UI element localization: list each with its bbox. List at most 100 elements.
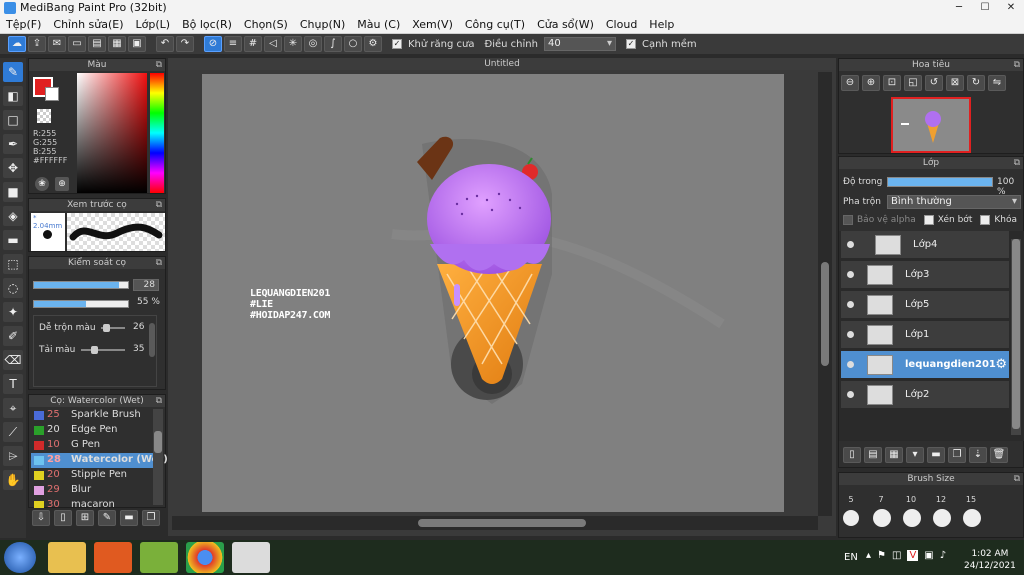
app-tray-icon[interactable]: ▣ [924, 550, 933, 561]
brush-size-option[interactable]: 10 [903, 495, 921, 527]
brush-item[interactable]: 20 Edge Pen [31, 423, 153, 438]
lasso-tool-icon[interactable]: ◌ [3, 278, 23, 298]
app-icon[interactable] [140, 542, 178, 573]
page-icon[interactable]: ▤ [88, 36, 106, 52]
brush-folder-icon[interactable]: ▬ [120, 510, 138, 526]
layer-row[interactable]: Lớp2 [841, 381, 1009, 409]
brush-item[interactable]: 29 Blur [31, 483, 153, 498]
ruler-icon[interactable]: ▭ [68, 36, 86, 52]
zoom-out-icon[interactable]: ⊖ [841, 75, 859, 91]
snap-curve-icon[interactable]: ∫ [324, 36, 342, 52]
menu-snap[interactable]: Chụp(N) [294, 18, 351, 31]
brush-tool-icon[interactable]: ✎ [3, 62, 23, 82]
popout-icon[interactable]: ⧉ [156, 257, 162, 269]
color-picker-icon[interactable]: ⊕ [55, 177, 69, 191]
snap-off-icon[interactable]: ⊘ [204, 36, 222, 52]
brush-size-value[interactable]: 28 [133, 279, 159, 291]
canvas-vertical-scrollbar[interactable] [818, 72, 832, 516]
layer-settings-gear-icon[interactable]: ⚙ [995, 357, 1007, 372]
layer-row[interactable]: Lớp3 [841, 261, 1009, 289]
brush-settings-icon[interactable]: ✎ [98, 510, 116, 526]
duplicate-layer-icon[interactable]: ❐ [948, 447, 966, 463]
fill-rect-tool-icon[interactable]: ■ [3, 182, 23, 202]
grid-icon[interactable]: ▦ [108, 36, 126, 52]
new-layer-icon[interactable]: ▯ [843, 447, 861, 463]
brush-list-scrollbar[interactable] [153, 409, 163, 505]
text-tool-icon[interactable]: T [3, 374, 23, 394]
zoom-in-icon[interactable]: ⊕ [862, 75, 880, 91]
delete-layer-icon[interactable]: 🗑 [990, 447, 1008, 463]
clipping-checkbox[interactable] [923, 215, 934, 225]
bucket-tool-icon[interactable]: ◈ [3, 206, 23, 226]
brush-opacity-slider[interactable] [33, 300, 129, 308]
rect-tool-icon[interactable]: □ [3, 110, 23, 130]
layer-list-scrollbar[interactable] [1011, 239, 1021, 435]
comment-icon[interactable]: ✉ [48, 36, 66, 52]
undo-icon[interactable]: ↶ [156, 36, 174, 52]
popout-icon[interactable]: ⧉ [1014, 157, 1020, 169]
brush-size-option[interactable]: 7 [873, 495, 891, 527]
magic-wand-icon[interactable]: ✦ [3, 302, 23, 322]
select-tool-icon[interactable]: ⬚ [3, 254, 23, 274]
brush-size-slider[interactable] [33, 281, 129, 289]
layer-row[interactable]: Lớp5 [841, 291, 1009, 319]
visibility-icon[interactable] [847, 271, 854, 278]
brush-cloud-icon[interactable]: ⇩ [32, 510, 50, 526]
brush-item[interactable]: 10 G Pen [31, 438, 153, 453]
menu-view[interactable]: Xem(V) [406, 18, 459, 31]
clock[interactable]: 1:02 AM 24/12/2021 [964, 548, 1016, 572]
reset-view-icon[interactable]: ⊠ [946, 75, 964, 91]
visibility-icon[interactable] [847, 301, 854, 308]
canvas-horizontal-scrollbar[interactable] [172, 516, 818, 530]
menu-layer[interactable]: Lớp(L) [130, 18, 177, 31]
pen-tool-icon[interactable]: ✒ [3, 134, 23, 154]
popout-icon[interactable]: ⧉ [156, 395, 162, 407]
layer-row-selected[interactable]: lequangdien201 ⚙ [841, 351, 1009, 379]
hand-tool-icon[interactable]: ✋ [3, 470, 23, 490]
brush-size-option[interactable]: 12 [933, 495, 951, 527]
brush-item-selected[interactable]: 28 Watercolor (Wet) [31, 453, 168, 468]
palette-icon[interactable]: ❀ [35, 177, 49, 191]
menu-select[interactable]: Chọn(S) [238, 18, 294, 31]
drawing-canvas[interactable]: LEQUANGDIEN201 #LIE #HOIDAP247.COM [202, 74, 784, 512]
saturation-value-square[interactable] [77, 73, 147, 193]
brush-duplicate-icon[interactable]: ❐ [142, 510, 160, 526]
layer-row[interactable]: Lớp4 [841, 231, 1009, 259]
snap-circle-icon[interactable]: ◎ [304, 36, 322, 52]
popout-icon[interactable]: ⧉ [1014, 473, 1020, 485]
minimize-button[interactable]: ─ [946, 0, 972, 16]
lock-checkbox[interactable] [980, 215, 991, 225]
menu-color[interactable]: Màu (C) [351, 18, 406, 31]
maximize-button[interactable]: ☐ [972, 0, 998, 16]
gradient-tool-icon[interactable]: ▬ [3, 230, 23, 250]
visibility-icon[interactable] [847, 391, 854, 398]
brush-add-icon[interactable]: ⊞ [76, 510, 94, 526]
brush-size-option[interactable]: 5 [843, 495, 859, 527]
visibility-icon[interactable] [847, 361, 854, 368]
tray-expand-icon[interactable]: ▴ [866, 550, 871, 561]
flip-icon[interactable]: ⇋ [988, 75, 1006, 91]
menu-help[interactable]: Help [643, 18, 680, 31]
eyedropper-tool-icon[interactable]: ⌲ [3, 446, 23, 466]
antialias-checkbox[interactable]: ✓ [392, 39, 402, 49]
navigator-thumbnail[interactable] [891, 97, 971, 153]
redo-icon[interactable]: ↷ [176, 36, 194, 52]
secondary-color-swatch[interactable] [45, 87, 59, 101]
popout-icon[interactable]: ⧉ [156, 199, 162, 211]
hue-slider[interactable] [150, 73, 164, 193]
cloud-icon[interactable]: ☁ [8, 36, 26, 52]
menu-file[interactable]: Tệp(F) [0, 18, 47, 31]
merge-down-icon[interactable]: ⇣ [969, 447, 987, 463]
brush-item[interactable]: 30 macaron [31, 498, 153, 508]
snap-vanish-icon[interactable]: ◁ [264, 36, 282, 52]
layer-row[interactable]: Lớp1 [841, 321, 1009, 349]
brush-control-scrollbar[interactable] [149, 323, 155, 357]
divide-tool-icon[interactable]: ⟋ [3, 422, 23, 442]
popout-icon[interactable]: ⧉ [156, 59, 162, 71]
protect-alpha-checkbox[interactable] [843, 215, 853, 225]
file-explorer-icon[interactable] [48, 542, 86, 573]
network-icon[interactable]: ◫ [892, 550, 901, 561]
export-icon[interactable]: ⇪ [28, 36, 46, 52]
panel-icon[interactable]: ▣ [128, 36, 146, 52]
layer-blend-select[interactable]: Bình thường [887, 195, 1021, 209]
